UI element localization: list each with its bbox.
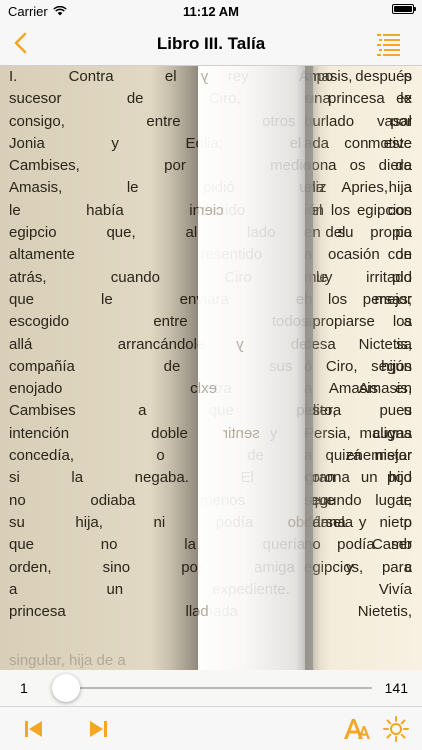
page-curl-edge (305, 66, 331, 670)
skip-forward-icon (90, 721, 107, 737)
page-back-text-line: de cierto Amasis (198, 201, 313, 219)
list-icon (377, 34, 400, 56)
page-slider-track[interactable] (52, 674, 372, 702)
page-back-text-line: Apuro acudió (198, 557, 313, 579)
page-back-text-line: la siguiente: (198, 133, 313, 155)
page-back-text-line: cual llevaba (198, 88, 313, 110)
skip-back-icon (25, 721, 42, 737)
brightness-button[interactable] (382, 715, 410, 743)
page-back-text-line: de belleza y (198, 603, 313, 621)
page-back-text-line: con Cambises (198, 445, 313, 467)
chevron-left-icon (14, 32, 27, 54)
page-back-text-line: Egipto una (198, 579, 313, 601)
page-back-text-line: enviado al rey (198, 155, 313, 177)
page-slider-bar: 1 141 (0, 670, 422, 706)
page-back-text-line: hijo y mideea, (198, 68, 313, 85)
page-back-text-line: a exhortar a (198, 380, 313, 398)
next-chapter-button[interactable] (84, 715, 112, 743)
previous-chapter-button[interactable] (20, 715, 48, 743)
page-back-text-line: Egipto, le había (198, 289, 313, 311)
page-back-text-line: quien Amasis (198, 467, 313, 489)
nav-bar: Libro III. Talía (0, 22, 422, 66)
slider-min-label: 1 (20, 680, 28, 696)
page-back-text-line: que sentir si la (198, 424, 313, 442)
font-size-icon (344, 719, 370, 739)
bottom-toolbar (0, 706, 422, 750)
page-back-text-line: mujer y de la (198, 335, 313, 353)
page-title: Libro III. Talía (156, 34, 266, 53)
page-back-text-line: griegos de la (198, 111, 313, 133)
battery-icon (392, 4, 416, 14)
page-curl-shadow (150, 66, 200, 670)
status-time: 11:12 AM (183, 4, 239, 19)
page-back-text-line: que tiempos (198, 244, 313, 266)
page-back-text-line: sus ojos y (198, 311, 313, 333)
page-back-text-line: mensajeros (198, 267, 313, 289)
back-button[interactable] (6, 28, 36, 58)
sun-icon (383, 716, 409, 742)
toc-button[interactable] (376, 31, 402, 57)
partial-line: singular, hija de a (9, 652, 126, 669)
page-back-text-line: comprendiendo (287, 513, 313, 531)
page-back-text-line: de primera (198, 534, 313, 556)
page-back-text-line: Este egipcio, (198, 356, 313, 378)
page-back-text-line: suya demanda (198, 177, 313, 199)
page-back-text-line: una trama, (198, 222, 313, 244)
slider-max-label: 141 (384, 680, 408, 696)
page-back-text-line: rehusarlo (198, 490, 313, 512)
page-back-text-line: Egipto con la (198, 400, 313, 422)
status-bar: Carrier 11:12 AM (0, 0, 422, 22)
page-slider-thumb[interactable] (52, 674, 80, 702)
reader-page[interactable]: I. Contra el rey Amasis, psucesor de Cir… (0, 66, 422, 670)
page-back-text: hijo y mideea, cual llevabagriegos de lal… (198, 66, 313, 623)
font-size-button[interactable] (342, 715, 370, 743)
status-right (392, 4, 416, 14)
page-curl-back[interactable]: hijo y mideea, cual llevabagriegos de lal… (198, 66, 313, 670)
